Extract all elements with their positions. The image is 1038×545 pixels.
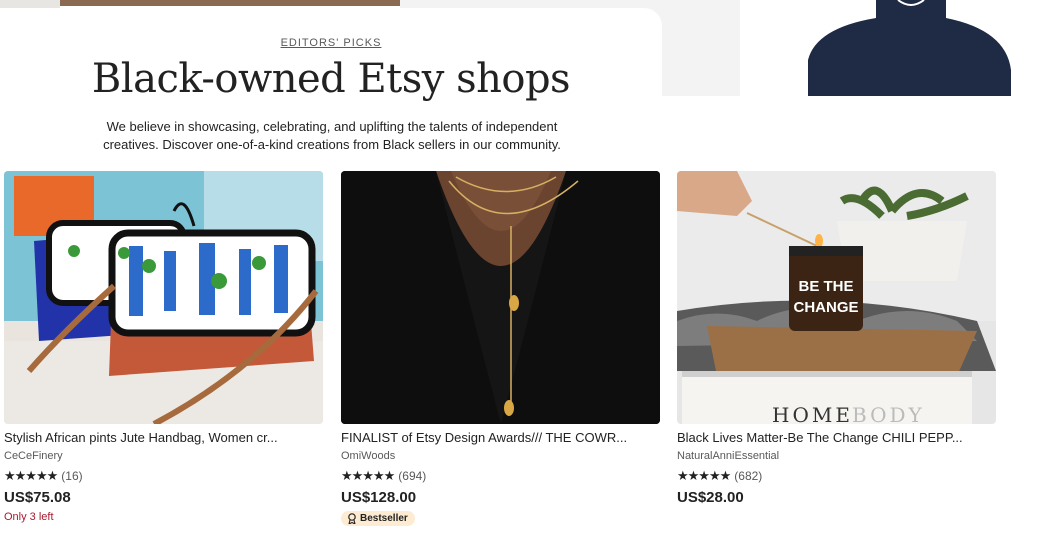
- candle-label-line2: CHANGE: [793, 299, 858, 316]
- product-title[interactable]: Stylish African pints Jute Handbag, Wome…: [4, 430, 323, 446]
- shop-name[interactable]: CeCeFinery: [4, 450, 323, 462]
- stock-warning: Only 3 left: [4, 511, 54, 523]
- page-title: Black-owned Etsy shops: [91, 56, 571, 102]
- product-rating: ★★★★★ (694): [341, 468, 660, 484]
- star-rating-icon: ★★★★★: [341, 468, 395, 483]
- editors-picks-link[interactable]: EDITORS' PICKS: [0, 37, 662, 49]
- award-ribbon-icon: [348, 513, 356, 524]
- review-count: (16): [61, 469, 83, 483]
- product-rating: ★★★★★ (682): [677, 468, 996, 484]
- product-title[interactable]: Black Lives Matter-Be The Change CHILI P…: [677, 430, 996, 446]
- review-count: (694): [398, 469, 427, 483]
- product-price: US$128.00: [341, 489, 417, 506]
- candle-label-line1: BE THE: [798, 278, 853, 295]
- product-card[interactable]: BE THE CHANGE HOME BODY Black Lives Matt…: [677, 171, 996, 506]
- book-title-body: BODY: [852, 403, 925, 424]
- product-card[interactable]: FINALIST of Etsy Design Awards/// THE CO…: [341, 171, 660, 529]
- product-card[interactable]: Stylish African pints Jute Handbag, Wome…: [4, 171, 323, 523]
- product-image-candle[interactable]: BE THE CHANGE HOME BODY: [677, 171, 996, 424]
- hero-description: We believe in showcasing, celebrating, a…: [103, 119, 561, 152]
- background-image-strip: [60, 0, 400, 6]
- product-price: US$28.00: [677, 489, 744, 506]
- cutting-board-image: [808, 0, 1011, 96]
- shop-name[interactable]: OmiWoods: [341, 450, 660, 462]
- star-rating-icon: ★★★★★: [677, 468, 731, 483]
- product-image-handbag[interactable]: [4, 171, 323, 424]
- product-price: US$75.08: [4, 489, 71, 506]
- star-rating-icon: ★★★★★: [4, 468, 58, 483]
- shop-name[interactable]: NaturalAnniEssential: [677, 450, 996, 462]
- badge-label: Bestseller: [360, 513, 408, 524]
- product-rating: ★★★★★ (16): [4, 468, 323, 484]
- book-title-home: HOME: [772, 403, 853, 424]
- product-title[interactable]: FINALIST of Etsy Design Awards/// THE CO…: [341, 430, 660, 446]
- review-count: (682): [734, 469, 763, 483]
- product-image-necklace[interactable]: [341, 171, 660, 424]
- bestseller-badge: Bestseller: [341, 511, 415, 526]
